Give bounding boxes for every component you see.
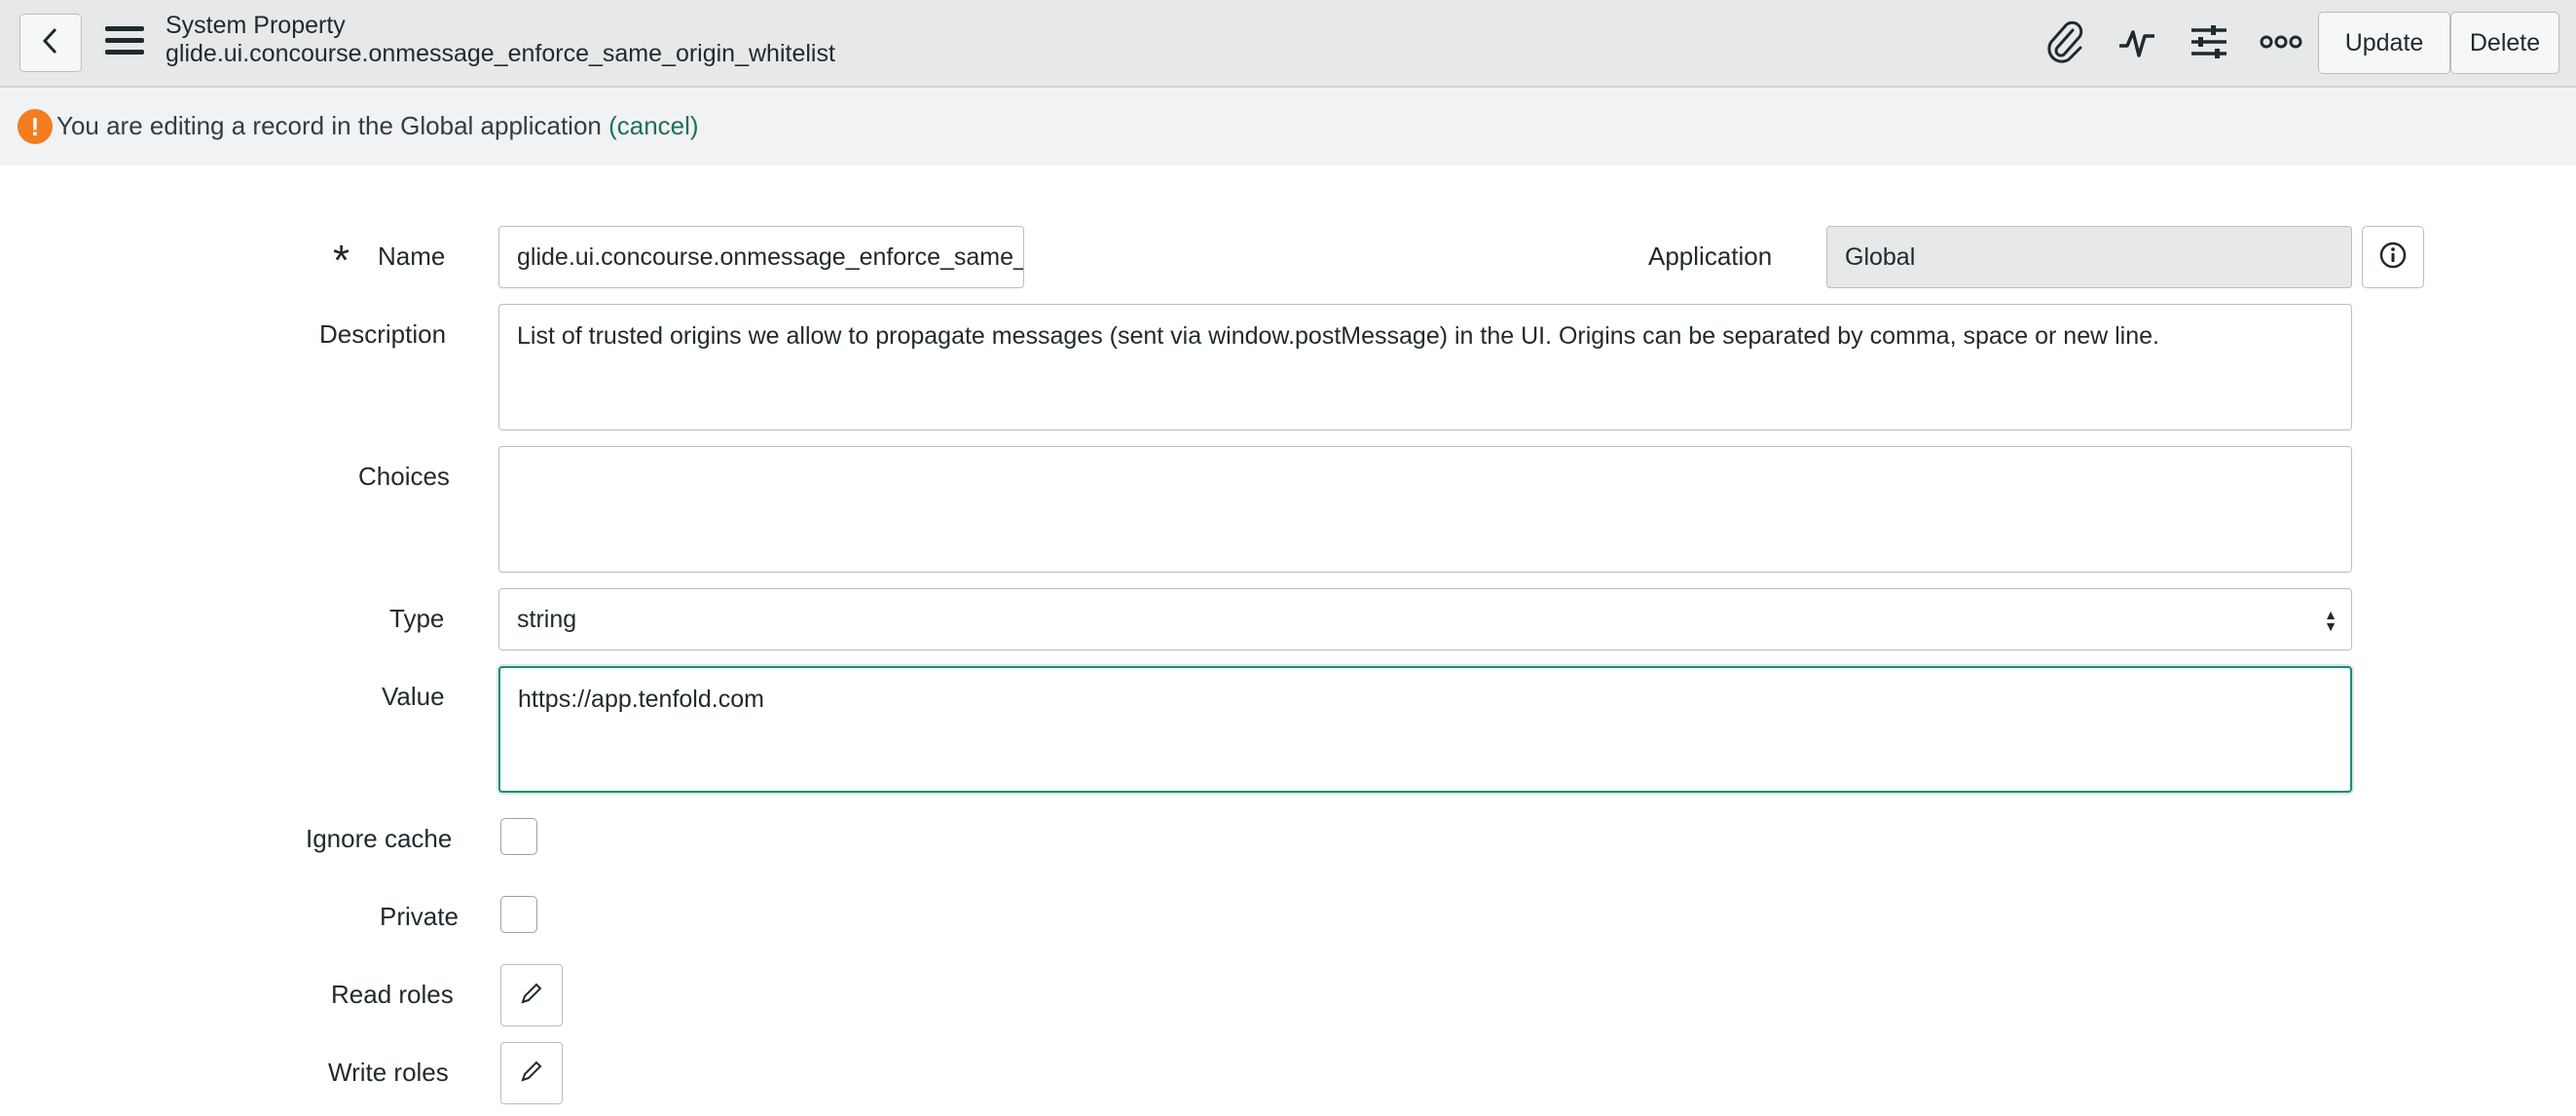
activity-icon (2116, 20, 2158, 68)
required-icon: * (333, 237, 350, 284)
application-label: Application (1648, 242, 1773, 271)
back-button[interactable] (19, 14, 82, 72)
ignore-cache-label: Ignore cache (306, 824, 453, 853)
delete-button[interactable]: Delete (2450, 12, 2559, 74)
settings-sliders-icon (2188, 20, 2230, 68)
menu-icon (103, 24, 146, 62)
application-info-button[interactable] (2362, 226, 2424, 288)
value-textarea[interactable]: https://app.tenfold.com (498, 666, 2352, 793)
read-roles-label: Read roles (331, 980, 454, 1009)
more-icon (2260, 32, 2302, 56)
update-button[interactable]: Update (2318, 12, 2450, 74)
editing-banner: ! You are editing a record in the Global… (0, 88, 2576, 166)
select-arrows-icon: ▲ ▼ (2324, 607, 2337, 634)
type-select[interactable]: string ▲ ▼ (498, 588, 2352, 651)
pencil-icon (519, 1059, 544, 1089)
attachment-button[interactable] (2039, 18, 2091, 70)
private-label: Private (380, 902, 459, 931)
personalize-button[interactable] (2183, 18, 2235, 70)
write-roles-edit-button[interactable] (500, 1042, 563, 1104)
banner-text-before: You are editing a record in the (56, 111, 401, 140)
record-name: glide.ui.concourse.onmessage_enforce_sam… (166, 40, 835, 67)
banner-text-after: application (473, 111, 609, 140)
banner-app-name: Global (400, 111, 474, 140)
activity-button[interactable] (2111, 18, 2163, 70)
record-header: System Property glide.ui.concourse.onmes… (0, 0, 2576, 88)
pencil-icon (519, 981, 544, 1011)
info-icon (2378, 241, 2408, 275)
back-icon (40, 25, 61, 61)
cancel-link[interactable]: (cancel) (608, 111, 698, 140)
menu-button[interactable] (101, 21, 148, 64)
more-options-button[interactable] (2255, 18, 2307, 70)
paperclip-icon (2043, 20, 2086, 68)
warning-icon: ! (18, 109, 53, 144)
type-label: Type (389, 604, 445, 633)
read-roles-edit-button[interactable] (500, 964, 563, 1026)
description-label: Description (319, 319, 447, 349)
choices-label: Choices (358, 462, 450, 491)
page-title: System Property (166, 12, 346, 39)
name-label: Name (378, 242, 446, 271)
banner-message: You are editing a record in the Global a… (56, 111, 699, 141)
private-checkbox[interactable] (500, 896, 537, 933)
choices-textarea[interactable] (498, 446, 2352, 573)
ignore-cache-checkbox[interactable] (500, 818, 537, 855)
write-roles-label: Write roles (328, 1058, 449, 1087)
type-selected-value: string (517, 605, 577, 633)
description-textarea[interactable]: List of trusted origins we allow to prop… (498, 304, 2352, 430)
value-label: Value (382, 682, 445, 711)
name-input[interactable]: glide.ui.concourse.onmessage_enforce_sam… (498, 226, 1024, 288)
application-field: Global (1826, 226, 2352, 288)
